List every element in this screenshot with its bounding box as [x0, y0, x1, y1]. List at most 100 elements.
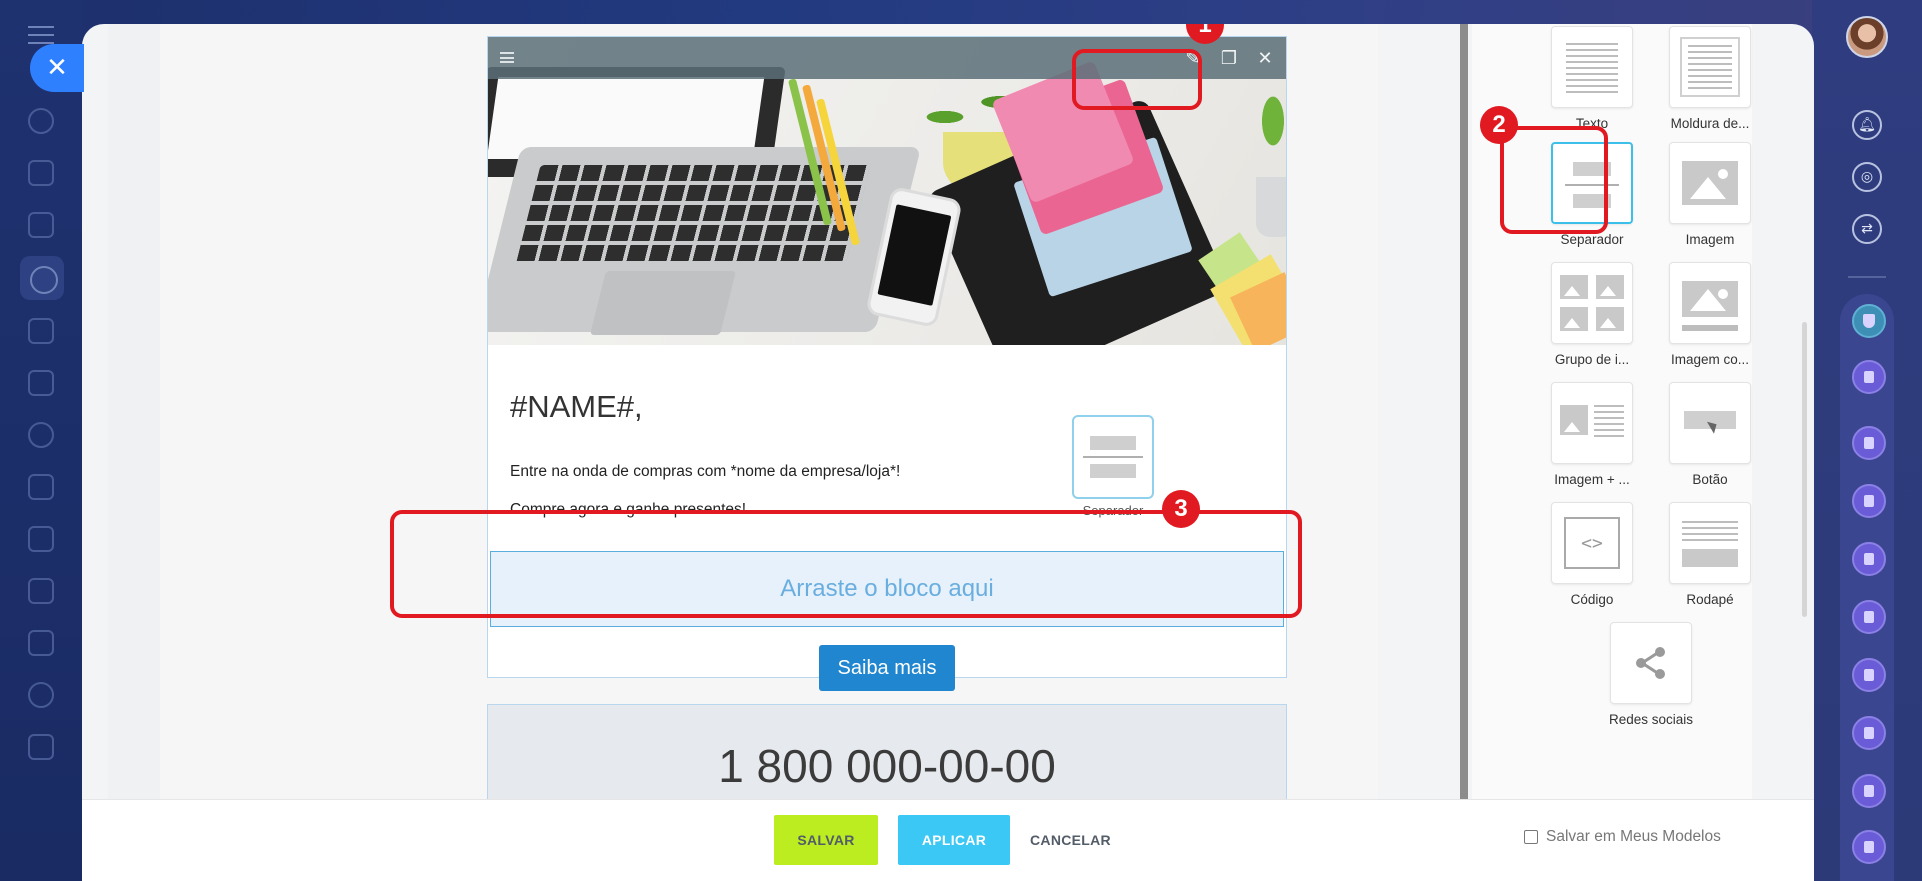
- close-icon[interactable]: ✕: [1252, 45, 1278, 71]
- marketing-icon[interactable]: [20, 256, 64, 300]
- document-icon[interactable]: [28, 734, 54, 760]
- image-glyph: [1682, 161, 1738, 205]
- save-template-option[interactable]: Salvar em Meus Modelos: [1524, 828, 1721, 846]
- mini-image: [1596, 307, 1624, 331]
- chat-icon[interactable]: [1852, 426, 1886, 460]
- analytics-icon[interactable]: [28, 630, 54, 656]
- sites-icon[interactable]: [28, 370, 54, 396]
- button-block-icon: [1669, 382, 1751, 464]
- separator-bar: [1090, 464, 1136, 478]
- crm-icon[interactable]: [28, 108, 54, 134]
- image-block-icon: [1669, 142, 1751, 224]
- lines: [1566, 43, 1618, 93]
- callout-3-badge: 3: [1162, 490, 1200, 528]
- palette-item-label: Moldura de...: [1670, 116, 1750, 131]
- dragging-separator-block[interactable]: Separador: [1072, 415, 1154, 521]
- image-glyph: [1682, 281, 1738, 317]
- cancel-button[interactable]: CANCELAR: [1030, 815, 1111, 865]
- image-caption-block-icon: [1669, 262, 1751, 344]
- separator-block-icon: [1072, 415, 1154, 499]
- palette-item-social[interactable]: Redes sociais: [1596, 622, 1706, 727]
- email-headline[interactable]: #NAME#,: [510, 389, 643, 425]
- chat-icon[interactable]: [1852, 484, 1886, 518]
- image-group-block-icon: [1551, 262, 1633, 344]
- palette-item-label: Rodapé: [1686, 592, 1734, 607]
- close-editor-button[interactable]: ✕: [30, 44, 84, 92]
- palette-item-label: Botão: [1692, 472, 1728, 487]
- code-block-icon: <>: [1551, 502, 1633, 584]
- avatar[interactable]: [1846, 16, 1888, 58]
- palette-item-label: Grupo de i...: [1554, 352, 1630, 367]
- bookmark-icon[interactable]: [1852, 304, 1886, 338]
- save-template-checkbox[interactable]: [1524, 830, 1538, 844]
- settings-icon[interactable]: [28, 682, 54, 708]
- palette-scrollbar[interactable]: [1802, 322, 1807, 617]
- image-text-block-icon: [1551, 382, 1633, 464]
- palette-item-label: Redes sociais: [1608, 712, 1694, 727]
- trackpad: [590, 271, 736, 335]
- chat-icon[interactable]: [1852, 774, 1886, 808]
- caption-line: [1682, 325, 1738, 331]
- palette-item-label: Imagem co...: [1670, 352, 1750, 367]
- drag-handle-icon[interactable]: [500, 52, 514, 63]
- lines: [1594, 405, 1624, 439]
- share-glyph: [1611, 623, 1691, 703]
- panel-divider[interactable]: [1460, 24, 1468, 824]
- palette-item-label: Separador: [1560, 232, 1624, 247]
- mini-image: [1560, 405, 1588, 435]
- callout-2-box: [1500, 126, 1608, 234]
- menu-icon[interactable]: [28, 26, 54, 44]
- tasks-icon[interactable]: [28, 160, 54, 186]
- chat-icon[interactable]: [1852, 830, 1886, 864]
- chat-icon[interactable]: [1852, 360, 1886, 394]
- footer-bar: [1682, 549, 1738, 567]
- action-bar: SALVAR APLICAR CANCELAR Salvar em Meus M…: [82, 799, 1814, 881]
- save-button[interactable]: SALVAR: [774, 815, 878, 865]
- callout-1-box: [1072, 49, 1202, 110]
- palette-item-image-caption[interactable]: Imagem co...: [1655, 262, 1765, 367]
- palette-item-code[interactable]: <> Código: [1537, 502, 1647, 607]
- callout-2-badge: 2: [1480, 106, 1518, 144]
- chat-icon[interactable]: [1852, 600, 1886, 634]
- close-icon: ✕: [46, 53, 68, 83]
- save-template-label: Salvar em Meus Modelos: [1546, 828, 1721, 845]
- palette-item-label: Imagem: [1685, 232, 1735, 247]
- sync-icon[interactable]: ⇄: [1852, 214, 1882, 244]
- callout-3-box: [390, 510, 1302, 618]
- email-text-line[interactable]: Entre na onda de compras com *nome da em…: [510, 463, 900, 481]
- cart-icon[interactable]: [28, 318, 54, 344]
- palette-item-image-group[interactable]: Grupo de i...: [1537, 262, 1647, 367]
- bell-icon[interactable]: 🔔︎: [1852, 110, 1882, 140]
- code-glyph: <>: [1564, 517, 1620, 569]
- copy-icon[interactable]: ❐: [1216, 45, 1242, 71]
- chat-icon[interactable]: [1852, 658, 1886, 692]
- chat-icon[interactable]: [1852, 716, 1886, 750]
- store-icon[interactable]: [28, 526, 54, 552]
- palette-item-image-text[interactable]: Imagem + ...: [1537, 382, 1647, 487]
- plant-pot: [1256, 177, 1286, 237]
- phone-number: 1 800 000-00-00: [718, 740, 1056, 792]
- separator-line: [1083, 456, 1143, 458]
- footer-block-icon: [1669, 502, 1751, 584]
- palette-item-image[interactable]: Imagem: [1655, 142, 1765, 247]
- mini-image: [1560, 307, 1588, 331]
- mini-image: [1596, 275, 1624, 299]
- calendar-icon[interactable]: [28, 578, 54, 604]
- cta-button[interactable]: Saiba mais: [819, 645, 955, 691]
- frame-lines: [1680, 37, 1740, 97]
- palette-item-button[interactable]: Botão: [1655, 382, 1765, 487]
- box-icon[interactable]: [28, 474, 54, 500]
- apply-button[interactable]: APLICAR: [898, 815, 1010, 865]
- divider: [1848, 276, 1886, 278]
- palette-item-frame[interactable]: Moldura de...: [1655, 26, 1765, 131]
- email-editor-window: ✎ ❐ ✕ #NAME#, Entre na onda de compras c…: [82, 24, 1814, 881]
- filter-icon[interactable]: [28, 212, 54, 238]
- separator-bar: [1090, 436, 1136, 450]
- robot-icon[interactable]: [28, 422, 54, 448]
- target-icon[interactable]: ◎: [1852, 162, 1882, 192]
- left-sidebar: [0, 0, 82, 881]
- palette-item-footer[interactable]: Rodapé: [1655, 502, 1765, 607]
- palette-item-text[interactable]: Texto: [1537, 26, 1647, 131]
- chat-icon[interactable]: [1852, 542, 1886, 576]
- text-block-icon: [1551, 26, 1633, 108]
